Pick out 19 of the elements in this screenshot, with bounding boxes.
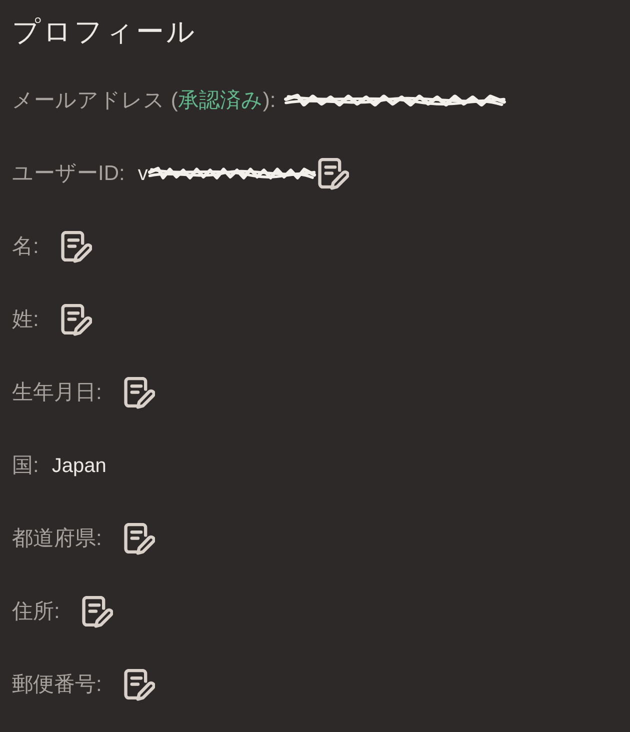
field-label: 住所: [12,598,60,625]
edit-icon[interactable] [82,596,113,628]
field-label: 郵便番号: [12,672,102,698]
field-label: ユーザーID: [12,160,125,187]
field-value: Japan [52,454,106,478]
field-label: 生年月日: [12,380,102,406]
field-label: 国: [12,452,39,479]
field-label: メールアドレス (承認済み): [12,88,276,114]
edit-icon[interactable] [124,668,155,700]
edit-icon[interactable] [124,522,155,554]
page-title: プロフィール [12,15,197,49]
field-value: v [138,162,148,186]
edit-icon[interactable] [318,158,349,190]
edit-icon[interactable] [60,230,92,262]
field-label: 名: [12,234,39,260]
field-label: 都道府県: [12,526,102,552]
field-label: 姓: [12,306,39,333]
edit-icon[interactable] [60,304,92,336]
edit-icon[interactable] [124,376,155,408]
